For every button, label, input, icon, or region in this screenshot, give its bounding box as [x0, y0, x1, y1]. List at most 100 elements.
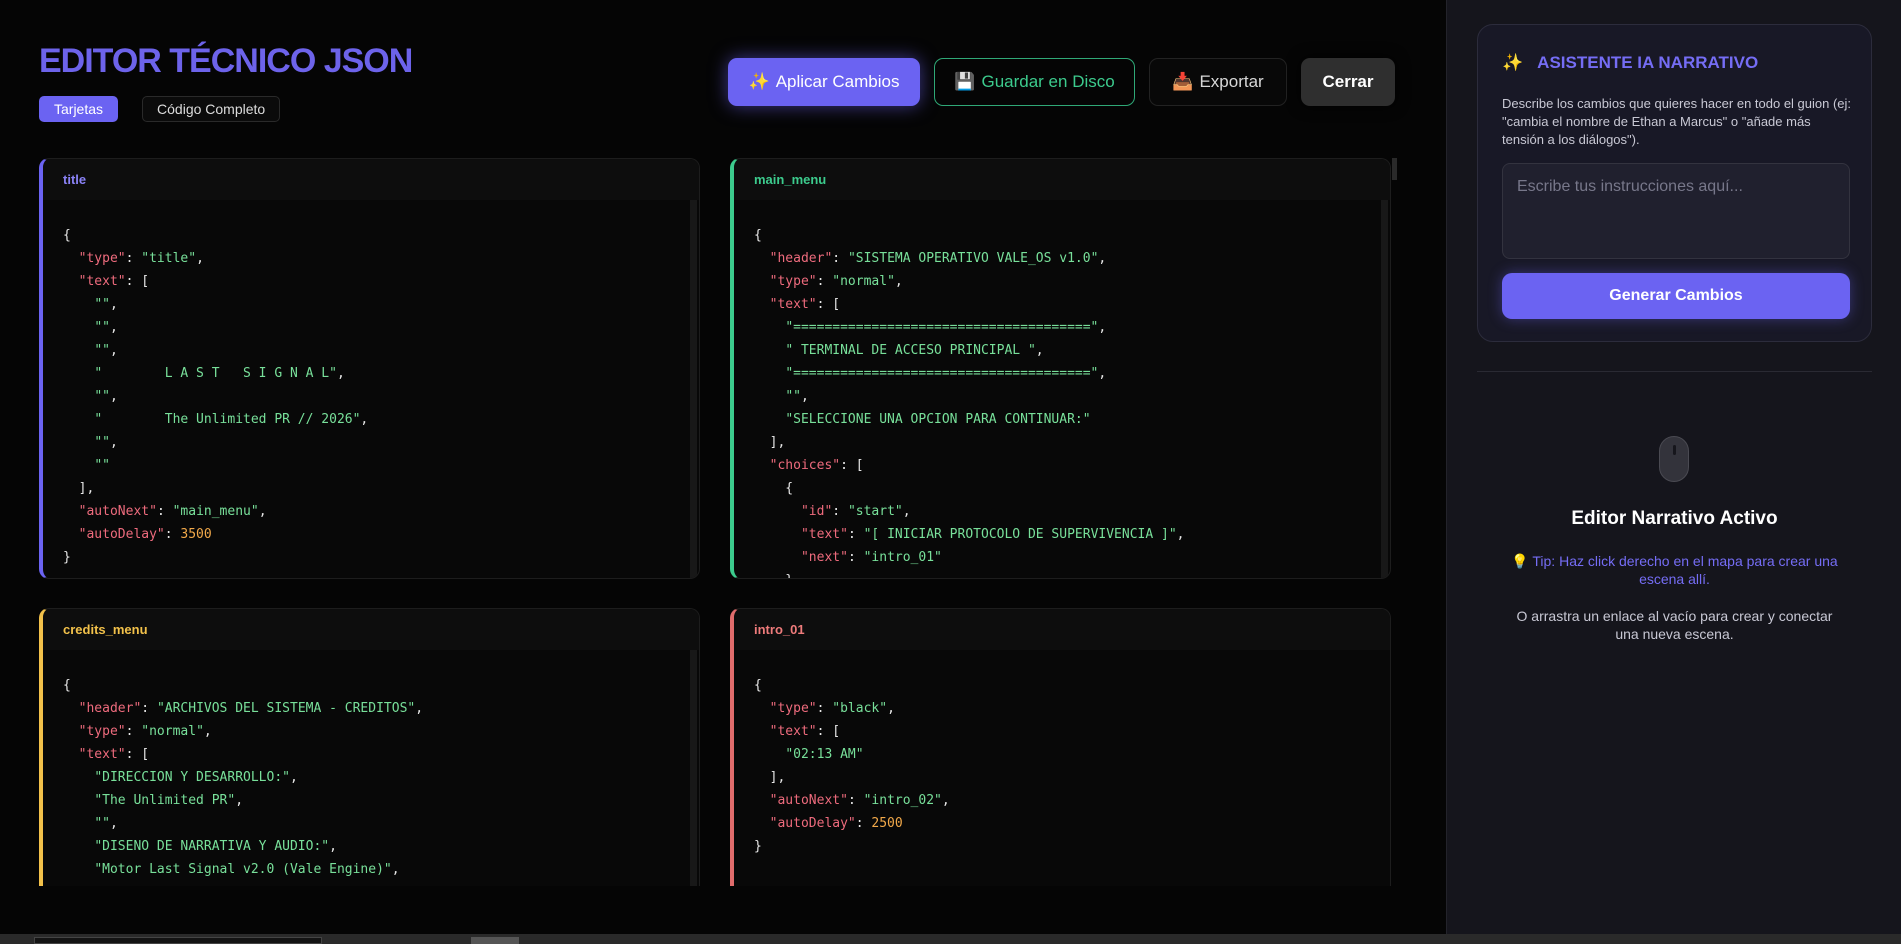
- json-string: " The Unlimited PR // 2026": [94, 412, 361, 427]
- json-string: "title": [141, 251, 197, 266]
- json-punctuation: ,: [109, 343, 118, 358]
- export-label: Exportar: [1199, 72, 1264, 91]
- code-line: "type": "normal",: [63, 720, 699, 743]
- card-scrollbar[interactable]: [690, 200, 697, 578]
- json-punctuation: [754, 504, 801, 519]
- json-punctuation: ,: [360, 412, 369, 427]
- code-line: "",: [63, 812, 699, 835]
- json-punctuation: [754, 343, 785, 358]
- json-punctuation: ,: [329, 839, 337, 854]
- save-to-disk-button[interactable]: 💾 Guardar en Disco: [934, 58, 1135, 106]
- json-punctuation: [63, 389, 94, 404]
- json-punctuation: [63, 343, 94, 358]
- json-number: 3500: [180, 527, 212, 542]
- card-scrollbar[interactable]: [690, 650, 697, 886]
- json-punctuation: [63, 412, 94, 427]
- json-key: "text": [769, 297, 817, 312]
- json-punctuation: [63, 862, 94, 877]
- code-line: ],: [754, 431, 1390, 454]
- instructions-input[interactable]: [1502, 163, 1850, 259]
- json-punctuation: ,: [196, 251, 204, 266]
- grid-scrollbar[interactable]: [1392, 158, 1397, 180]
- json-punctuation: :: [816, 701, 833, 716]
- json-punctuation: :: [125, 724, 142, 739]
- scene-card-main-menu[interactable]: main_menu { "header": "SISTEMA OPERATIVO…: [730, 158, 1391, 579]
- json-string: "======================================": [785, 366, 1099, 381]
- export-button[interactable]: 📥 Exportar: [1149, 58, 1287, 106]
- json-code-editor[interactable]: { "header": "SISTEMA OPERATIVO VALE_OS v…: [734, 200, 1390, 578]
- generate-changes-button[interactable]: Generar Cambios: [1502, 273, 1850, 319]
- json-punctuation: : [: [125, 274, 150, 289]
- ai-assistant-heading: ASISTENTE IA NARRATIVO: [1537, 53, 1759, 72]
- code-line: },: [754, 569, 1390, 578]
- scene-card-credits-menu[interactable]: credits_menu { "header": "ARCHIVOS DEL S…: [39, 608, 700, 886]
- code-line: ],: [63, 477, 699, 500]
- json-punctuation: [63, 504, 79, 519]
- json-punctuation: [63, 747, 79, 762]
- json-key: "header": [769, 251, 833, 266]
- json-string: "SELECCIONE UNA OPCION PARA CONTINUAR:": [785, 412, 1091, 427]
- json-string: "DIRECCION Y DESARROLLO:": [94, 770, 290, 785]
- code-line: "======================================"…: [754, 362, 1390, 385]
- json-string: "": [94, 320, 110, 335]
- scene-cards-grid: title { "type": "title", "text": [ "", "…: [39, 158, 1391, 886]
- json-punctuation: [63, 274, 79, 289]
- code-line: "======================================"…: [754, 316, 1390, 339]
- scene-card-intro-01[interactable]: intro_01 { "type": "black", "text": [ "0…: [730, 608, 1391, 886]
- scene-card-title[interactable]: title { "type": "title", "text": [ "", "…: [39, 158, 700, 579]
- json-punctuation: ,: [235, 793, 244, 808]
- json-punctuation: [754, 297, 770, 312]
- json-string: "02:13 AM": [785, 747, 864, 762]
- json-punctuation: ,: [203, 724, 212, 739]
- json-string: " TERMINAL DE ACCESO PRINCIPAL ": [785, 343, 1036, 358]
- code-line: "choices": [: [754, 454, 1390, 477]
- scrollbar-segment[interactable]: [34, 937, 322, 944]
- json-key: "next": [800, 550, 848, 565]
- json-string: " L A S T S I G N A L": [94, 366, 337, 381]
- card-scrollbar[interactable]: [1381, 200, 1388, 578]
- tab-cards[interactable]: Tarjetas: [39, 96, 119, 122]
- apply-changes-button[interactable]: ✨ Aplicar Cambios: [728, 58, 920, 106]
- code-line: {: [754, 224, 1390, 247]
- code-line: "autoDelay": 3500: [63, 523, 699, 546]
- toolbar: ✨ Aplicar Cambios 💾 Guardar en Disco 📥 E…: [728, 58, 1395, 106]
- json-code-editor[interactable]: { "type": "title", "text": [ "", "", "",…: [43, 200, 699, 578]
- mouse-icon: [1659, 436, 1689, 482]
- json-punctuation: ],: [754, 770, 786, 785]
- json-punctuation: ,: [1035, 343, 1044, 358]
- json-punctuation: ,: [1098, 320, 1107, 335]
- empty-state-hint: O arrastra un enlace al vacío para crear…: [1516, 608, 1833, 642]
- close-button[interactable]: Cerrar: [1301, 58, 1395, 106]
- json-punctuation: {: [754, 678, 762, 693]
- code-line: "",: [63, 293, 699, 316]
- json-punctuation: }: [63, 550, 71, 565]
- json-key: "text": [800, 527, 848, 542]
- sparkles-icon: ✨: [1502, 53, 1524, 72]
- empty-state-title: Editor Narrativo Activo: [1571, 508, 1778, 529]
- code-line: {: [754, 477, 1390, 500]
- json-punctuation: :: [847, 793, 864, 808]
- json-string: "": [94, 435, 110, 450]
- json-key: "id": [800, 504, 833, 519]
- code-line: "next": "intro_01": [754, 546, 1390, 569]
- code-line: " The Unlimited PR // 2026",: [63, 408, 699, 431]
- json-punctuation: :: [141, 701, 157, 716]
- json-punctuation: ,: [1098, 366, 1107, 381]
- json-code-editor[interactable]: { "type": "black", "text": [ "02:13 AM" …: [734, 650, 1390, 886]
- json-punctuation: ,: [110, 885, 118, 886]
- scrollbar-thumb[interactable]: [471, 937, 519, 944]
- json-key: "type": [769, 701, 817, 716]
- json-key: "text": [78, 274, 126, 289]
- sidebar-divider: [1477, 371, 1872, 372]
- json-string: "main_menu": [172, 504, 259, 519]
- code-line: "",: [63, 339, 699, 362]
- json-string: "[ INICIAR PROTOCOLO DE SUPERVIVENCIA ]": [863, 527, 1177, 542]
- code-line: " TERMINAL DE ACCESO PRINCIPAL ",: [754, 339, 1390, 362]
- json-punctuation: ,: [289, 770, 298, 785]
- json-code-editor[interactable]: { "header": "ARCHIVOS DEL SISTEMA - CRED…: [43, 650, 699, 886]
- json-punctuation: ,: [109, 435, 118, 450]
- tab-full-code[interactable]: Código Completo: [142, 96, 281, 122]
- json-punctuation: ,: [887, 701, 895, 716]
- json-punctuation: ,: [336, 366, 345, 381]
- code-line: "autoNext": "intro_02",: [754, 789, 1390, 812]
